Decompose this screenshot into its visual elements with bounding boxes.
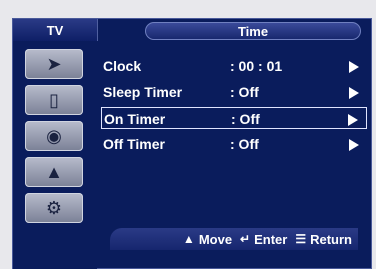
- footer-help-bar: ▲︎ Move ↵ Enter ☰ Return: [110, 228, 358, 250]
- row-value: : Off: [230, 84, 259, 100]
- move-label: Move: [198, 231, 233, 247]
- return-label: Return: [310, 231, 352, 247]
- menu-title: Time: [145, 22, 361, 40]
- row-label: On Timer: [104, 111, 166, 127]
- return-icon: ☰: [295, 232, 307, 246]
- updown-arrow-icon: ▲︎: [182, 232, 195, 246]
- sound-icon[interactable]: ◉: [25, 121, 83, 151]
- row-label: Clock: [103, 58, 142, 74]
- menu-row-sleep-timer[interactable]: Sleep Timer : Off: [101, 81, 367, 103]
- antenna-icon[interactable]: ➤: [25, 49, 83, 79]
- row-value: : 00 : 01: [230, 58, 283, 74]
- enter-icon: ↵: [240, 232, 251, 246]
- tv-tab[interactable]: TV: [13, 19, 98, 41]
- setup-icon[interactable]: ⚙: [25, 193, 83, 223]
- time-menu: Clock : 00 : 01 Sleep Timer : Off On Tim…: [97, 41, 373, 247]
- arrow-right-icon: [348, 114, 358, 126]
- arrow-right-icon: [349, 139, 359, 151]
- return-hint: ☰ Return: [295, 232, 352, 247]
- row-value: : Off: [230, 136, 259, 152]
- arrow-right-icon: [349, 87, 359, 99]
- menu-row-clock[interactable]: Clock : 00 : 01: [101, 55, 367, 77]
- row-value: : Off: [231, 111, 260, 127]
- move-hint: ▲︎ Move: [183, 232, 232, 247]
- channel-icon[interactable]: ▲: [25, 157, 83, 187]
- menu-row-off-timer[interactable]: Off Timer : Off: [101, 133, 367, 155]
- enter-hint: ↵ Enter: [240, 232, 287, 247]
- row-label: Off Timer: [103, 136, 165, 152]
- menu-row-on-timer[interactable]: On Timer : Off: [101, 107, 367, 129]
- sidebar: ➤ ▯ ◉ ▲ ⚙: [13, 41, 97, 269]
- picture-icon[interactable]: ▯: [25, 85, 83, 115]
- enter-label: Enter: [254, 231, 288, 247]
- arrow-right-icon: [349, 61, 359, 73]
- row-label: Sleep Timer: [103, 84, 183, 100]
